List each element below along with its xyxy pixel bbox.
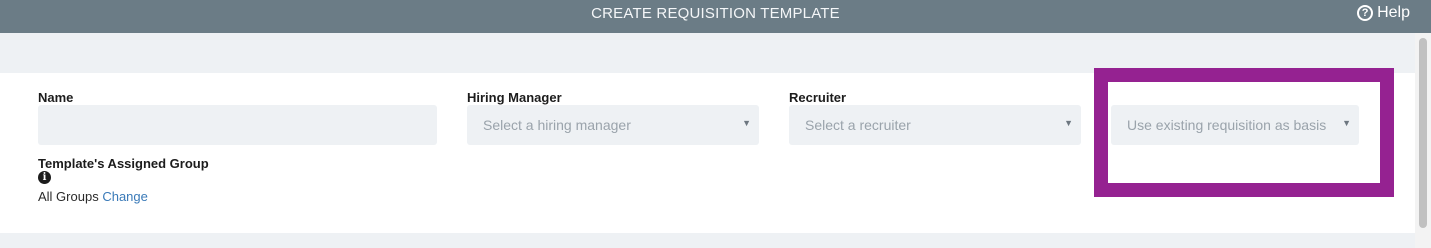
recruiter-label: Recruiter: [789, 90, 847, 105]
hiring-manager-select[interactable]: Select a hiring manager ▼: [467, 105, 759, 145]
chevron-down-icon: ▼: [1064, 118, 1073, 128]
scrollbar-thumb[interactable]: [1419, 38, 1427, 228]
recruiter-placeholder: Select a recruiter: [805, 117, 911, 133]
highlight-box: [1094, 68, 1394, 197]
assigned-group-label: Template's Assigned Group: [38, 156, 209, 171]
chevron-down-icon: ▼: [742, 118, 751, 128]
page-title: CREATE REQUISITION TEMPLATE: [591, 5, 840, 22]
top-bar: CREATE REQUISITION TEMPLATE ? Help: [0, 0, 1431, 33]
assigned-group-text: All Groups: [38, 189, 99, 204]
name-label: Name: [38, 90, 74, 105]
vertical-scrollbar[interactable]: [1415, 33, 1431, 248]
question-circle-icon: ?: [1357, 5, 1374, 21]
recruiter-select[interactable]: Select a recruiter ▼: [789, 105, 1081, 145]
info-circle-icon[interactable]: i: [38, 171, 51, 184]
assigned-group-value: All Groups Change: [38, 189, 148, 204]
change-group-link[interactable]: Change: [102, 189, 148, 204]
name-input[interactable]: [38, 105, 437, 145]
hiring-manager-label: Hiring Manager: [467, 90, 562, 105]
hiring-manager-placeholder: Select a hiring manager: [483, 117, 631, 133]
help-button[interactable]: ? Help: [1357, 4, 1410, 22]
help-label: Help: [1377, 4, 1410, 21]
